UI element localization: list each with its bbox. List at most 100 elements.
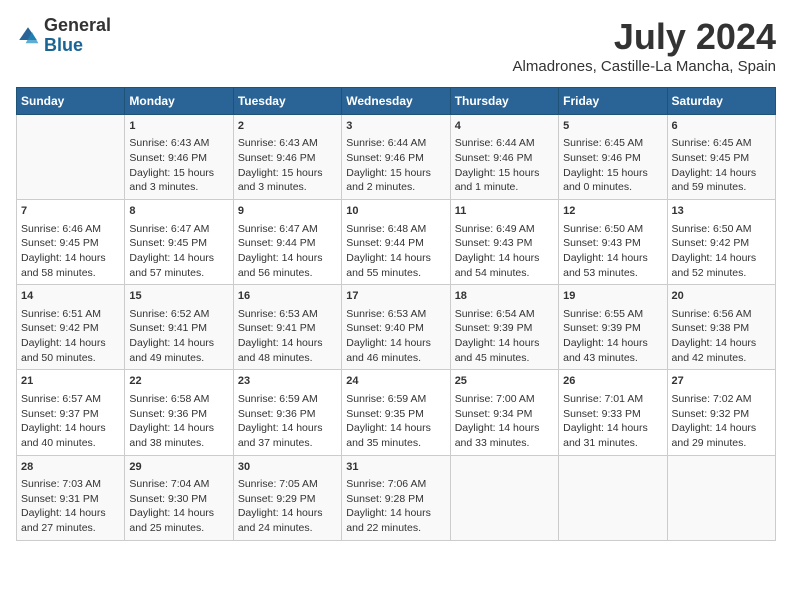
calendar-cell: [559, 455, 667, 540]
logo-general: General: [44, 16, 111, 36]
cell-content-line: Sunset: 9:45 PM: [21, 236, 120, 251]
cell-content-line: Daylight: 14 hours: [21, 506, 120, 521]
cell-content-line: and 22 minutes.: [346, 521, 445, 536]
cell-content-line: Sunrise: 6:44 AM: [346, 136, 445, 151]
cell-content-line: Sunset: 9:29 PM: [238, 492, 337, 507]
cell-content-line: Sunrise: 6:45 AM: [563, 136, 662, 151]
day-number: 2: [238, 119, 337, 134]
calendar-cell: 21Sunrise: 6:57 AMSunset: 9:37 PMDayligh…: [17, 370, 125, 455]
calendar-cell: 15Sunrise: 6:52 AMSunset: 9:41 PMDayligh…: [125, 285, 233, 370]
cell-content-line: Sunset: 9:28 PM: [346, 492, 445, 507]
logo-blue: Blue: [44, 36, 111, 56]
calendar-cell: 13Sunrise: 6:50 AMSunset: 9:42 PMDayligh…: [667, 200, 775, 285]
cell-content-line: Sunrise: 6:59 AM: [346, 392, 445, 407]
cell-content-line: and 1 minute.: [455, 180, 554, 195]
cell-content-line: Daylight: 14 hours: [129, 336, 228, 351]
cell-content-line: Sunrise: 6:53 AM: [238, 307, 337, 322]
day-number: 19: [563, 289, 662, 304]
cell-content-line: Daylight: 14 hours: [238, 336, 337, 351]
cell-content-line: Sunset: 9:43 PM: [563, 236, 662, 251]
cell-content-line: and 24 minutes.: [238, 521, 337, 536]
cell-content-line: Sunrise: 6:45 AM: [672, 136, 771, 151]
day-of-week-header: Thursday: [450, 88, 558, 115]
cell-content-line: Sunrise: 7:01 AM: [563, 392, 662, 407]
calendar-cell: 19Sunrise: 6:55 AMSunset: 9:39 PMDayligh…: [559, 285, 667, 370]
cell-content-line: Daylight: 14 hours: [21, 336, 120, 351]
cell-content-line: Sunset: 9:46 PM: [238, 151, 337, 166]
cell-content-line: Sunset: 9:42 PM: [21, 321, 120, 336]
day-number: 17: [346, 289, 445, 304]
cell-content-line: Sunset: 9:44 PM: [238, 236, 337, 251]
calendar-cell: 11Sunrise: 6:49 AMSunset: 9:43 PMDayligh…: [450, 200, 558, 285]
cell-content-line: Sunrise: 6:50 AM: [563, 222, 662, 237]
cell-content-line: Sunset: 9:31 PM: [21, 492, 120, 507]
cell-content-line: Daylight: 15 hours: [238, 166, 337, 181]
calendar-week-row: 1Sunrise: 6:43 AMSunset: 9:46 PMDaylight…: [17, 115, 776, 200]
cell-content-line: and 31 minutes.: [563, 436, 662, 451]
cell-content-line: Sunset: 9:38 PM: [672, 321, 771, 336]
calendar-cell: [17, 115, 125, 200]
cell-content-line: Sunset: 9:42 PM: [672, 236, 771, 251]
calendar-cell: 4Sunrise: 6:44 AMSunset: 9:46 PMDaylight…: [450, 115, 558, 200]
cell-content-line: Sunrise: 6:50 AM: [672, 222, 771, 237]
cell-content-line: and 46 minutes.: [346, 351, 445, 366]
calendar-cell: 5Sunrise: 6:45 AMSunset: 9:46 PMDaylight…: [559, 115, 667, 200]
cell-content-line: and 2 minutes.: [346, 180, 445, 195]
day-number: 24: [346, 374, 445, 389]
day-number: 9: [238, 204, 337, 219]
cell-content-line: Daylight: 14 hours: [346, 336, 445, 351]
cell-content-line: Sunrise: 7:00 AM: [455, 392, 554, 407]
cell-content-line: and 52 minutes.: [672, 266, 771, 281]
day-number: 7: [21, 204, 120, 219]
cell-content-line: Sunrise: 7:02 AM: [672, 392, 771, 407]
calendar-cell: 26Sunrise: 7:01 AMSunset: 9:33 PMDayligh…: [559, 370, 667, 455]
cell-content-line: and 3 minutes.: [238, 180, 337, 195]
calendar-cell: 8Sunrise: 6:47 AMSunset: 9:45 PMDaylight…: [125, 200, 233, 285]
calendar-week-row: 14Sunrise: 6:51 AMSunset: 9:42 PMDayligh…: [17, 285, 776, 370]
cell-content-line: and 56 minutes.: [238, 266, 337, 281]
cell-content-line: Daylight: 15 hours: [346, 166, 445, 181]
cell-content-line: and 35 minutes.: [346, 436, 445, 451]
cell-content-line: and 50 minutes.: [21, 351, 120, 366]
cell-content-line: and 37 minutes.: [238, 436, 337, 451]
day-number: 20: [672, 289, 771, 304]
cell-content-line: and 43 minutes.: [563, 351, 662, 366]
calendar-cell: 23Sunrise: 6:59 AMSunset: 9:36 PMDayligh…: [233, 370, 341, 455]
day-number: 25: [455, 374, 554, 389]
calendar-cell: 17Sunrise: 6:53 AMSunset: 9:40 PMDayligh…: [342, 285, 450, 370]
cell-content-line: Sunrise: 6:47 AM: [129, 222, 228, 237]
cell-content-line: and 53 minutes.: [563, 266, 662, 281]
day-number: 30: [238, 460, 337, 475]
cell-content-line: Sunset: 9:30 PM: [129, 492, 228, 507]
cell-content-line: Sunrise: 6:55 AM: [563, 307, 662, 322]
cell-content-line: Sunrise: 6:43 AM: [129, 136, 228, 151]
cell-content-line: and 38 minutes.: [129, 436, 228, 451]
cell-content-line: Sunrise: 6:46 AM: [21, 222, 120, 237]
cell-content-line: and 42 minutes.: [672, 351, 771, 366]
logo: General Blue: [16, 16, 111, 56]
cell-content-line: Sunset: 9:34 PM: [455, 407, 554, 422]
calendar-cell: 16Sunrise: 6:53 AMSunset: 9:41 PMDayligh…: [233, 285, 341, 370]
calendar-cell: 14Sunrise: 6:51 AMSunset: 9:42 PMDayligh…: [17, 285, 125, 370]
day-number: 29: [129, 460, 228, 475]
day-of-week-header: Tuesday: [233, 88, 341, 115]
cell-content-line: Daylight: 14 hours: [238, 506, 337, 521]
calendar-cell: 7Sunrise: 6:46 AMSunset: 9:45 PMDaylight…: [17, 200, 125, 285]
calendar-cell: 3Sunrise: 6:44 AMSunset: 9:46 PMDaylight…: [342, 115, 450, 200]
day-number: 15: [129, 289, 228, 304]
cell-content-line: Sunset: 9:33 PM: [563, 407, 662, 422]
cell-content-line: Daylight: 15 hours: [563, 166, 662, 181]
day-number: 3: [346, 119, 445, 134]
cell-content-line: Daylight: 14 hours: [21, 421, 120, 436]
cell-content-line: Sunset: 9:43 PM: [455, 236, 554, 251]
calendar-cell: 31Sunrise: 7:06 AMSunset: 9:28 PMDayligh…: [342, 455, 450, 540]
day-number: 1: [129, 119, 228, 134]
cell-content-line: Sunrise: 6:52 AM: [129, 307, 228, 322]
day-of-week-header: Saturday: [667, 88, 775, 115]
cell-content-line: Sunset: 9:45 PM: [672, 151, 771, 166]
day-number: 4: [455, 119, 554, 134]
day-number: 26: [563, 374, 662, 389]
calendar-table: SundayMondayTuesdayWednesdayThursdayFrid…: [16, 87, 776, 541]
calendar-cell: [450, 455, 558, 540]
cell-content-line: Sunset: 9:44 PM: [346, 236, 445, 251]
